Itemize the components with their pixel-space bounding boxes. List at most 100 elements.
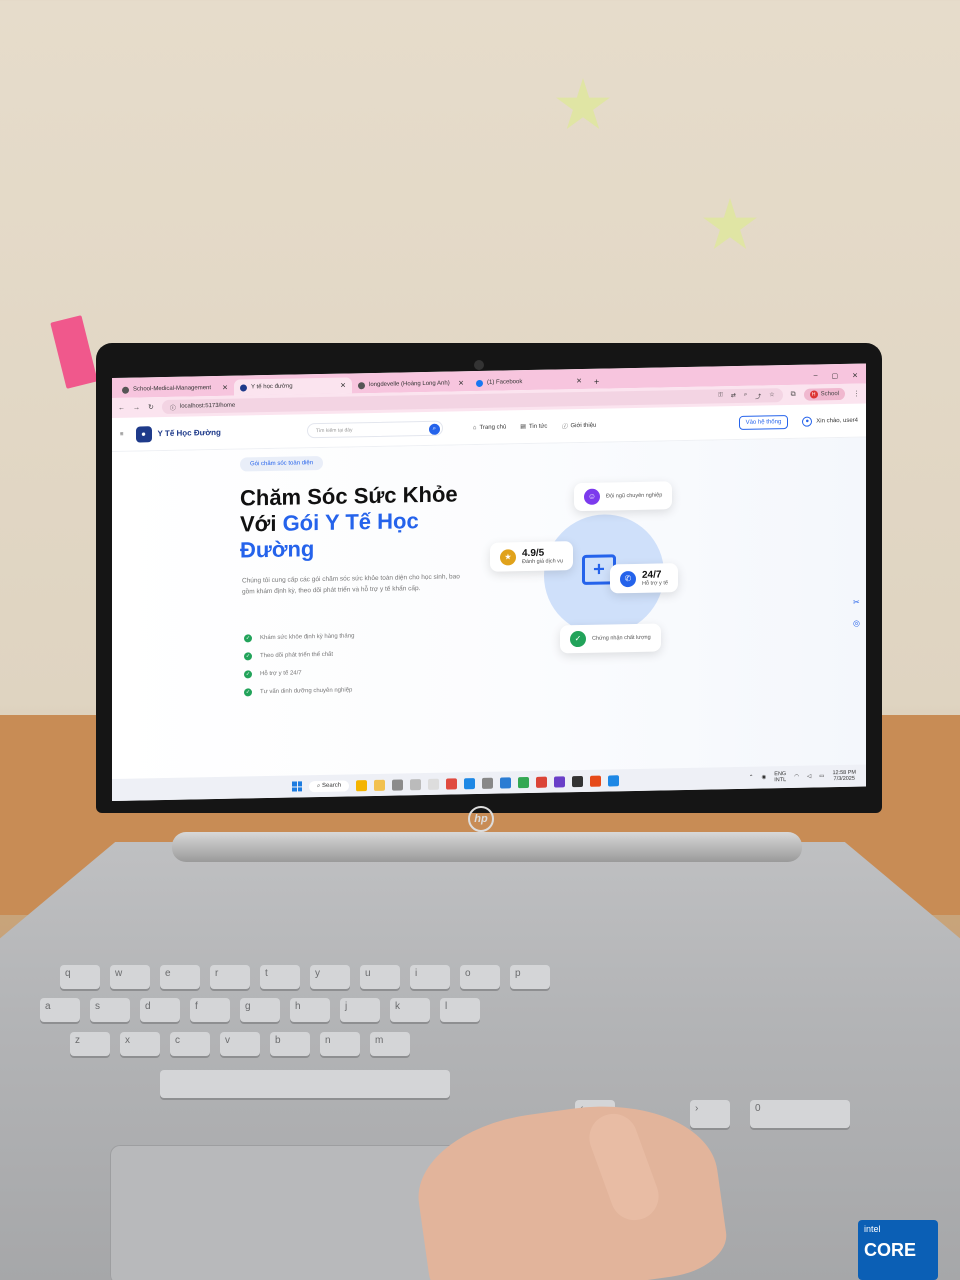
document-icon: ▤ bbox=[520, 424, 526, 431]
check-icon: ✓ bbox=[244, 634, 252, 643]
bookmark-star-icon[interactable]: ☆ bbox=[769, 391, 774, 400]
notepad-icon[interactable] bbox=[428, 778, 440, 790]
profile-button[interactable]: H School bbox=[803, 387, 845, 401]
password-key-icon[interactable]: ⚿ bbox=[718, 392, 723, 401]
side-tools: ✂ ◎ bbox=[853, 598, 860, 628]
wifi-icon[interactable]: ◠ bbox=[794, 774, 799, 780]
browser-tab[interactable]: longdevelle (Hoàng Long Anh) ✕ bbox=[352, 375, 470, 393]
minimize-button[interactable]: – bbox=[814, 372, 818, 380]
info-icon: ⓘ bbox=[561, 424, 568, 431]
home-icon: ⌂ bbox=[472, 424, 477, 431]
laptop-screen: School-Medical-Management ✕ Y tế học đườ… bbox=[112, 363, 866, 801]
assistant-icon[interactable]: ◎ bbox=[853, 619, 860, 628]
check-badge-icon: ✓ bbox=[570, 630, 586, 648]
quality-card: ✓ Chứng nhận chất lượng bbox=[560, 623, 661, 654]
search-icon[interactable]: ⌕ bbox=[428, 423, 440, 435]
terminal-icon[interactable] bbox=[572, 775, 584, 787]
chrome-icon[interactable] bbox=[518, 776, 530, 788]
file-explorer-icon[interactable] bbox=[374, 779, 386, 791]
share-icon[interactable]: ⤴ bbox=[755, 391, 761, 400]
hamburger-menu-icon[interactable]: ≡ bbox=[120, 431, 124, 437]
user-icon: ● bbox=[802, 416, 813, 427]
laptop-hinge bbox=[172, 832, 802, 862]
store-icon[interactable] bbox=[392, 778, 404, 791]
hero-badge: Gói chăm sóc toàn diện bbox=[240, 455, 324, 472]
close-tab-icon[interactable]: ✕ bbox=[576, 377, 582, 385]
github-icon bbox=[358, 381, 365, 389]
nav-item-news[interactable]: ▤ Tin tức bbox=[520, 422, 547, 432]
browser-tab[interactable]: (1) Facebook ✕ bbox=[470, 373, 588, 391]
avatar: H bbox=[809, 390, 818, 399]
wall-star-sticker bbox=[703, 198, 757, 249]
close-tab-icon[interactable]: ✕ bbox=[458, 379, 464, 387]
app-icon[interactable] bbox=[590, 775, 602, 787]
new-tab-button[interactable]: + bbox=[588, 377, 605, 389]
scissors-icon[interactable]: ✂ bbox=[853, 598, 860, 607]
battery-icon[interactable]: ▭ bbox=[819, 773, 824, 779]
site-favicon-icon bbox=[240, 383, 247, 392]
wall-star-sticker bbox=[556, 78, 610, 129]
maximize-button[interactable]: ▢ bbox=[832, 372, 839, 380]
list-item: ✓ Theo dõi phát triển thể chất bbox=[244, 651, 334, 661]
settings-icon[interactable] bbox=[482, 777, 494, 789]
webcam bbox=[474, 360, 484, 370]
list-item: ✓ Khám sức khỏe định kỳ hàng tháng bbox=[244, 633, 355, 643]
close-window-button[interactable]: ✕ bbox=[852, 372, 858, 380]
hp-logo: hp bbox=[468, 806, 494, 832]
browser-tab[interactable]: School-Medical-Management ✕ bbox=[116, 380, 234, 398]
taskbar-search[interactable]: ⌕ Search bbox=[309, 779, 350, 792]
feature-list: ✓ Khám sức khỏe định kỳ hàng tháng ✓ Theo … bbox=[244, 627, 354, 701]
windows-start-icon[interactable] bbox=[292, 781, 302, 792]
back-icon[interactable]: ← bbox=[118, 404, 125, 411]
taskbar-apps: ⌕ Search bbox=[292, 774, 620, 792]
zoom-icon[interactable]: ⌕ bbox=[744, 391, 747, 400]
check-icon: ✓ bbox=[244, 688, 252, 697]
extensions-icon[interactable]: ⧉ bbox=[791, 391, 796, 399]
reload-icon[interactable]: ↻ bbox=[148, 403, 154, 411]
facebook-icon bbox=[476, 379, 483, 387]
site-brand[interactable]: ● Y Tế Học Đường bbox=[135, 424, 221, 443]
intel-core-sticker: intel CORE bbox=[858, 1220, 938, 1280]
hero-description: Chúng tôi cung cấp các gói chăm sóc sức … bbox=[242, 573, 460, 596]
github-icon bbox=[122, 386, 129, 394]
support-card: ✆ 24/7 Hỗ trợ y tế bbox=[610, 563, 678, 594]
team-icon: ☺ bbox=[584, 488, 600, 505]
enter-system-button[interactable]: Vào hệ thống bbox=[738, 414, 789, 430]
phone-icon: ✆ bbox=[620, 570, 636, 587]
check-icon: ✓ bbox=[244, 652, 252, 661]
check-icon: ✓ bbox=[244, 670, 252, 679]
star-icon: ★ bbox=[500, 548, 516, 566]
rating-card: ★ 4.9/5 Đánh giá dịch vụ bbox=[490, 541, 573, 572]
close-tab-icon[interactable]: ✕ bbox=[340, 382, 346, 390]
site-info-icon[interactable]: ⓘ bbox=[170, 402, 176, 411]
chevron-up-icon[interactable]: ⌃ bbox=[749, 775, 754, 781]
chrome-profile-icon[interactable] bbox=[536, 776, 548, 788]
nav-item-about[interactable]: ⓘ Giới thiệu bbox=[561, 421, 596, 431]
volume-icon[interactable]: ◁ bbox=[807, 774, 811, 780]
visual-studio-icon[interactable] bbox=[554, 775, 566, 788]
app-icon[interactable] bbox=[446, 777, 458, 790]
copilot-icon[interactable] bbox=[356, 779, 368, 791]
edge-icon[interactable] bbox=[464, 777, 476, 789]
team-card: ☺ Đội ngũ chuyên nghiệp bbox=[574, 481, 673, 512]
menu-kebab-icon[interactable]: ⋮ bbox=[853, 390, 860, 398]
window-controls: – ▢ ✕ bbox=[806, 372, 866, 385]
list-item: ✓ Hỗ trợ y tế 24/7 bbox=[244, 670, 302, 679]
nav-item-home[interactable]: ⌂ Trang chủ bbox=[473, 422, 506, 432]
search-input[interactable]: Tìm kiếm tại đây ⌕ bbox=[306, 420, 443, 439]
user-menu[interactable]: ● Xin chào, user4 bbox=[802, 415, 858, 427]
list-item: ✓ Tư vấn dinh dưỡng chuyên nghiệp bbox=[244, 687, 353, 697]
tray-app-icon[interactable]: ◉ bbox=[761, 774, 766, 780]
language-indicator[interactable]: ENG INTL bbox=[774, 771, 786, 783]
browser-tab-active[interactable]: Y tế học đường ✕ bbox=[234, 377, 352, 396]
app-icon[interactable] bbox=[410, 778, 422, 790]
close-tab-icon[interactable]: ✕ bbox=[222, 384, 228, 392]
clock[interactable]: 12:58 PM 7/3/2025 bbox=[832, 770, 856, 782]
vscode-icon[interactable] bbox=[500, 776, 512, 789]
brand-logo-icon: ● bbox=[135, 425, 152, 443]
hero-title: Chăm Sóc Sức Khỏe Với Gói Y Tế Học Đường bbox=[240, 481, 458, 563]
translate-icon[interactable]: ⇄ bbox=[731, 392, 736, 401]
app-icon[interactable] bbox=[608, 774, 620, 786]
system-tray: ⌃ ◉ ENG INTL ◠ ◁ ▭ 12:58 PM 7/3/2025 bbox=[749, 770, 866, 784]
forward-icon[interactable]: → bbox=[133, 404, 140, 411]
